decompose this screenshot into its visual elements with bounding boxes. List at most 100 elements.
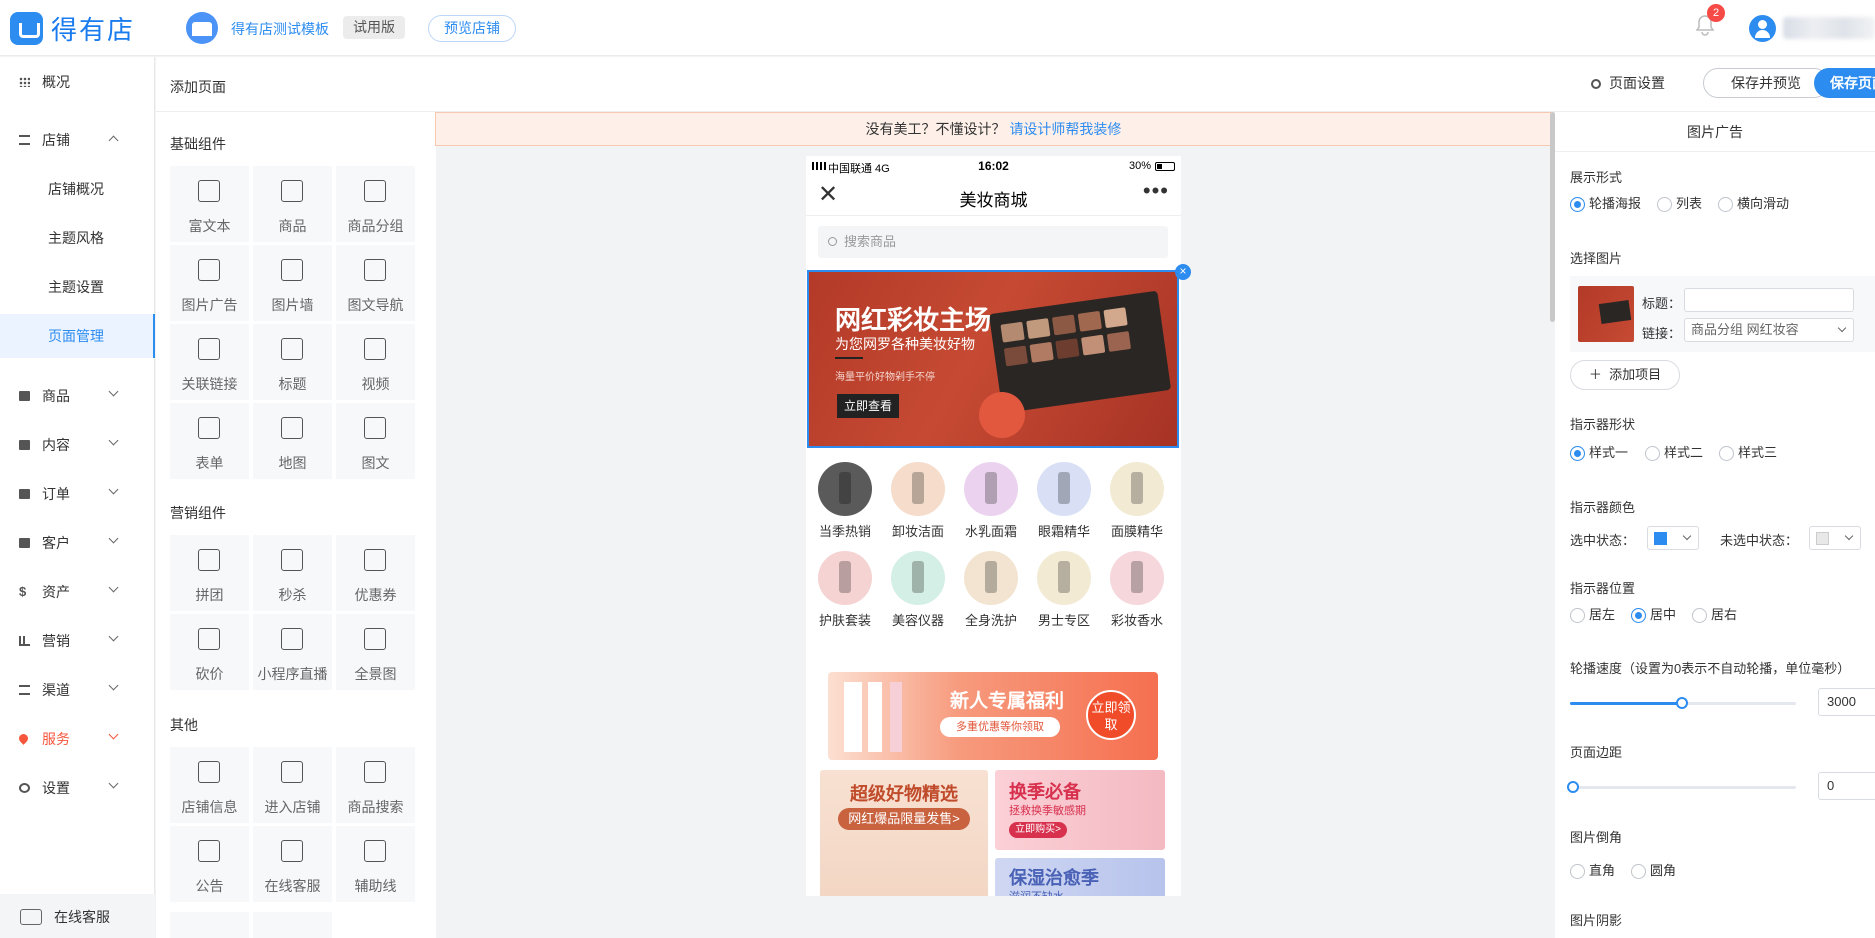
display-list-radio[interactable]: 列表 xyxy=(1657,196,1702,212)
component-tile[interactable]: 关联链接 xyxy=(170,324,249,400)
phone-search-input[interactable]: 搜索商品 xyxy=(818,226,1168,258)
component-tile-more-2[interactable] xyxy=(253,912,332,938)
shape-style-2-radio[interactable]: 样式二 xyxy=(1645,445,1703,461)
sidebar-item-content[interactable]: 内容 xyxy=(0,423,155,467)
category-item[interactable]: 眼霜精华 xyxy=(1029,462,1099,540)
user-avatar-icon[interactable] xyxy=(1749,15,1776,42)
save-and-preview-button[interactable]: 保存并预览 xyxy=(1703,68,1829,98)
featured-goods-card[interactable]: 超级好物精选 网红爆品限量发售> xyxy=(820,770,988,896)
display-scroll-radio[interactable]: 横向滑动 xyxy=(1718,196,1789,212)
component-tile[interactable]: 店铺信息 xyxy=(170,747,249,823)
component-tile[interactable]: 图文导航 xyxy=(336,245,415,321)
component-tile[interactable]: 秒杀 xyxy=(253,535,332,611)
slider-knob[interactable] xyxy=(1567,781,1579,793)
component-tile[interactable]: 商品分组 xyxy=(336,166,415,242)
shape-style-1-radio[interactable]: 样式一 xyxy=(1570,445,1628,461)
carousel-speed-input[interactable]: 3000 xyxy=(1818,688,1875,716)
component-tile[interactable]: 拼团 xyxy=(170,535,249,611)
category-item[interactable]: 护肤套装 xyxy=(810,551,880,629)
category-item[interactable]: 彩妆香水 xyxy=(1102,551,1172,629)
card-buy-button[interactable]: 立即购买> xyxy=(1009,822,1067,838)
preview-store-button[interactable]: 预览店铺 xyxy=(428,15,516,42)
page-settings-button[interactable]: 页面设置 xyxy=(1591,73,1665,93)
online-service-button[interactable]: 在线客服 xyxy=(0,894,155,938)
add-item-button[interactable]: ＋ 添加项目 xyxy=(1570,360,1680,390)
image-thumbnail[interactable] xyxy=(1578,286,1634,342)
category-item[interactable]: 卸妆洁面 xyxy=(883,462,953,540)
component-tile[interactable]: 优惠券 xyxy=(336,535,415,611)
brand-logo[interactable]: 得有店 xyxy=(10,10,135,47)
unselected-color-picker[interactable] xyxy=(1809,526,1861,550)
corner-square-radio[interactable]: 直角 xyxy=(1570,863,1615,879)
page-margin-slider[interactable] xyxy=(1567,781,1796,793)
display-carousel-radio[interactable]: 轮播海报 xyxy=(1570,196,1641,212)
corner-round-radio[interactable]: 圆角 xyxy=(1631,863,1676,879)
component-tile[interactable]: 视频 xyxy=(336,324,415,400)
component-tile[interactable]: 图片墙 xyxy=(253,245,332,321)
component-tile[interactable]: 富文本 xyxy=(170,166,249,242)
category-item[interactable]: 男士专区 xyxy=(1029,551,1099,629)
sidebar-item-orders[interactable]: 订单 xyxy=(0,472,155,516)
component-icon xyxy=(198,840,220,862)
position-right-radio[interactable]: 居右 xyxy=(1692,607,1737,623)
season-essentials-card[interactable]: 换季必备 拯救换季敏感期 立即购买> xyxy=(995,770,1165,850)
sidebar-subitem-page-management[interactable]: 页面管理 xyxy=(0,314,155,358)
store-name[interactable]: 得有店测试模板 xyxy=(231,19,329,39)
category-item[interactable]: 全身洗护 xyxy=(956,551,1026,629)
sidebar-subitem-store-overview[interactable]: 店铺概况 xyxy=(0,167,155,211)
sidebar-item-label: 营销 xyxy=(42,633,70,649)
image-ad-banner[interactable]: 网红彩妆主场 为您网罗各种美妆好物 海量平价好物剁手不停 立即查看 xyxy=(807,270,1179,448)
sidebar-subitem-theme-style[interactable]: 主题风格 xyxy=(0,216,155,260)
component-tile[interactable]: 公告 xyxy=(170,826,249,902)
component-tile[interactable]: 进入店铺 xyxy=(253,747,332,823)
component-tile[interactable]: 标题 xyxy=(253,324,332,400)
user-name-blurred[interactable] xyxy=(1783,17,1875,39)
category-item[interactable]: 面膜精华 xyxy=(1102,462,1172,540)
remove-component-icon[interactable]: × xyxy=(1175,264,1191,280)
component-tile[interactable]: 图片广告 xyxy=(170,245,249,321)
component-tile[interactable]: 砍价 xyxy=(170,614,249,690)
sidebar-item-goods[interactable]: 商品 xyxy=(0,374,155,418)
component-tile[interactable]: 图文 xyxy=(336,403,415,479)
image-title-input[interactable] xyxy=(1684,288,1854,312)
position-center-radio[interactable]: 居中 xyxy=(1631,607,1676,623)
sidebar-subitem-theme-settings[interactable]: 主题设置 xyxy=(0,265,155,309)
sidebar-item-customers[interactable]: 客户 xyxy=(0,521,155,565)
slider-knob[interactable] xyxy=(1676,697,1688,709)
carousel-speed-slider[interactable] xyxy=(1570,697,1796,709)
category-item[interactable]: 水乳面霜 xyxy=(956,462,1026,540)
component-tile[interactable]: 表单 xyxy=(170,403,249,479)
page-margin-input[interactable]: 0 xyxy=(1818,772,1875,800)
component-tile[interactable]: 商品 xyxy=(253,166,332,242)
image-link-select[interactable]: 商品分组 网红妆容 xyxy=(1684,318,1854,342)
promo-claim-badge[interactable]: 立即领取 xyxy=(1086,690,1136,740)
sidebar-item-overview[interactable]: 概况 xyxy=(0,60,155,104)
save-page-button[interactable]: 保存页面 xyxy=(1814,68,1875,98)
newcomer-promo-banner[interactable]: 新人专属福利 多重优惠等你领取 立即领取 xyxy=(828,672,1158,760)
sidebar-item-assets[interactable]: $ 资产 xyxy=(0,570,155,614)
component-tile-more-1[interactable] xyxy=(170,912,249,938)
more-icon[interactable]: ••• xyxy=(1143,178,1169,204)
design-help-link[interactable]: 请设计师帮我装修 xyxy=(1009,121,1121,137)
moisture-season-card[interactable]: 保湿治愈季 滋润不缺水 xyxy=(995,858,1165,896)
sidebar-item-settings[interactable]: 设置 xyxy=(0,766,155,810)
category-item[interactable]: 当季热销 xyxy=(810,462,880,540)
sidebar-item-service[interactable]: 服务 xyxy=(0,717,155,761)
selected-color-picker[interactable] xyxy=(1647,526,1699,550)
component-tile[interactable]: 辅助线 xyxy=(336,826,415,902)
position-left-radio[interactable]: 居左 xyxy=(1570,607,1615,623)
category-item[interactable]: 美容仪器 xyxy=(883,551,953,629)
component-tile[interactable]: 小程序直播 xyxy=(253,614,332,690)
store-avatar[interactable] xyxy=(186,12,218,44)
banner-title: 网红彩妆主场 xyxy=(835,305,992,335)
sidebar-item-marketing[interactable]: 营销 xyxy=(0,619,155,663)
sidebar-item-channels[interactable]: 渠道 xyxy=(0,668,155,712)
component-tile[interactable]: 商品搜索 xyxy=(336,747,415,823)
banner-view-button[interactable]: 立即查看 xyxy=(837,394,899,418)
sidebar-item-store[interactable]: 店铺 xyxy=(0,118,155,162)
component-label: 商品 xyxy=(278,218,307,234)
component-tile[interactable]: 在线客服 xyxy=(253,826,332,902)
component-tile[interactable]: 地图 xyxy=(253,403,332,479)
shape-style-3-radio[interactable]: 样式三 xyxy=(1719,445,1777,461)
component-tile[interactable]: 全景图 xyxy=(336,614,415,690)
